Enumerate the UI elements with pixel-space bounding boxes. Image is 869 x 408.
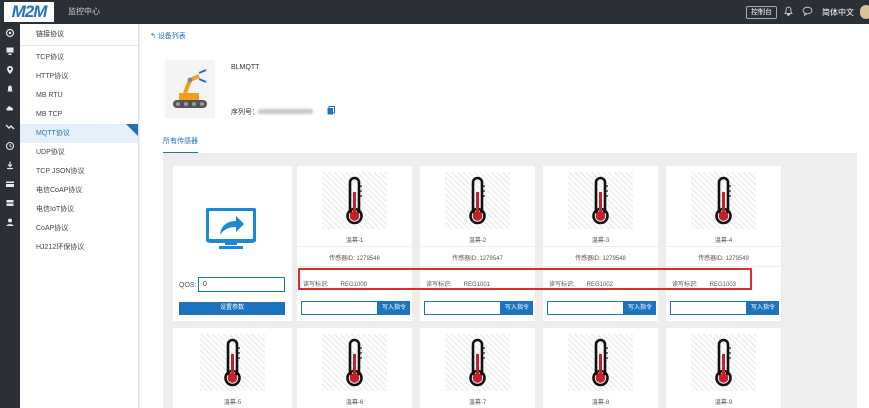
sensor-card[interactable]: 温幕-6 <box>297 328 412 408</box>
bell-icon[interactable] <box>784 6 793 19</box>
sidebar-item-tcp[interactable]: TCP协议 <box>20 48 138 67</box>
protocol-sidebar: 链接协议 TCP协议 HTTP协议 MB RTU MB TCP MQTT协议 U… <box>20 24 139 408</box>
device-image <box>165 60 215 118</box>
link-icon[interactable] <box>5 122 15 132</box>
write-command-button[interactable]: 写入指令 <box>624 301 656 315</box>
sensor-id: 传感器ID: 1279549 <box>698 256 749 262</box>
user-icon[interactable] <box>5 217 15 227</box>
write-command-button[interactable]: 写入指令 <box>501 301 533 315</box>
sensor-name: 温幕-9 <box>714 400 733 406</box>
write-command-input[interactable] <box>547 301 624 315</box>
server-icon[interactable] <box>5 198 15 208</box>
write-command-button[interactable]: 写入指令 <box>378 301 410 315</box>
write-command-input[interactable] <box>670 301 747 315</box>
card-icon[interactable] <box>5 179 15 189</box>
sensor-name: 温幕-1 <box>345 238 364 244</box>
sensor-card[interactable]: 温幕-3 传感器ID: 1279548 读写标识: REG1002 写入指令 <box>543 166 658 321</box>
sidebar-list: TCP协议 HTTP协议 MB RTU MB TCP MQTT协议 UDP协议 … <box>20 46 138 257</box>
back-link-label: 设备列表 <box>157 33 186 40</box>
thermometer-icon <box>568 172 633 229</box>
serial-value-redacted <box>258 109 313 114</box>
thermometer-icon <box>691 172 756 229</box>
divider <box>666 266 781 267</box>
sensor-name: 温幕-7 <box>468 400 487 406</box>
main-panel: ↰ 设备列表 BLMQTT 序列号： 所有传感器 QOS: 0 设置参数 温幕-… <box>140 24 869 408</box>
thermometer-icon <box>322 172 387 229</box>
device-name: BLMQTT <box>231 64 260 71</box>
thermometer-icon <box>322 334 387 391</box>
sensor-card[interactable]: 温幕-9 <box>666 328 781 408</box>
sensor-name: 温幕-4 <box>714 238 733 244</box>
app-title: 监控中心 <box>68 7 100 16</box>
qos-label: QOS: <box>179 282 197 289</box>
back-arrow-icon: ↰ <box>150 33 158 40</box>
sidebar-item-coap[interactable]: CoAP协议 <box>20 219 138 238</box>
thermometer-icon <box>445 172 510 229</box>
annotation-highlight-box <box>298 268 752 290</box>
sensor-name: 温幕-5 <box>223 400 242 406</box>
copy-icon[interactable] <box>327 106 335 117</box>
sensor-card[interactable]: 温幕-4 传感器ID: 1279549 读写标识: REG1003 写入指令 <box>666 166 781 321</box>
divider <box>420 266 535 267</box>
sidebar-heading: 链接协议 <box>20 24 138 46</box>
sidebar-item-telecom-iot[interactable]: 电信IoT协议 <box>20 200 138 219</box>
back-to-device-list[interactable]: ↰ 设备列表 <box>150 31 186 41</box>
top-bar: M2M 监控中心 控制台 简体中文 <box>0 0 869 24</box>
sensor-name: 温幕-2 <box>468 238 487 244</box>
sensor-name: 温幕-6 <box>345 400 364 406</box>
qos-card: QOS: 0 设置参数 <box>173 166 292 321</box>
divider <box>420 246 535 247</box>
sensor-card[interactable]: 温幕-1 传感器ID: 1279546 读写标识: REG1000 写入指令 <box>297 166 412 321</box>
sensor-card[interactable]: 温幕-8 <box>543 328 658 408</box>
write-command-button[interactable]: 写入指令 <box>747 301 779 315</box>
sensor-name: 温幕-3 <box>591 238 610 244</box>
sidebar-item-udp[interactable]: UDP协议 <box>20 143 138 162</box>
sensor-card[interactable]: 温幕-5 <box>173 328 292 408</box>
monitor-icon[interactable] <box>5 46 15 56</box>
qos-input[interactable]: 0 <box>198 277 285 292</box>
sidebar-item-mqtt[interactable]: MQTT协议 <box>20 124 138 143</box>
sidebar-item-mb-tcp[interactable]: MB TCP <box>20 105 138 124</box>
home-icon[interactable] <box>5 28 15 38</box>
sensor-card[interactable]: 温幕-7 <box>420 328 535 408</box>
serial-label: 序列号： <box>231 109 259 116</box>
thermometer-icon <box>445 334 510 391</box>
sensor-id: 传感器ID: 1279546 <box>329 256 380 262</box>
console-button[interactable]: 控制台 <box>746 6 777 19</box>
sidebar-item-mb-rtu[interactable]: MB RTU <box>20 86 138 105</box>
sensor-name: 温幕-8 <box>591 400 610 406</box>
thermometer-icon <box>691 334 756 391</box>
location-icon[interactable] <box>5 65 15 75</box>
alarm-icon[interactable] <box>5 84 15 94</box>
divider <box>543 266 658 267</box>
sensor-id: 传感器ID: 1279548 <box>575 256 626 262</box>
divider <box>297 246 412 247</box>
sidebar-item-hj212[interactable]: HJ212环保协议 <box>20 238 138 257</box>
sidebar-item-tcp-json[interactable]: TCP JSON协议 <box>20 162 138 181</box>
avatar[interactable] <box>860 5 869 19</box>
icon-rail <box>0 24 20 408</box>
thermometer-icon <box>568 334 633 391</box>
chat-icon[interactable] <box>802 6 813 19</box>
sidebar-item-telecom-coap[interactable]: 电信CoAP协议 <box>20 181 138 200</box>
divider <box>297 266 412 267</box>
divider <box>543 246 658 247</box>
write-command-input[interactable] <box>424 301 501 315</box>
tab-all-sensors[interactable]: 所有传感器 <box>163 136 198 154</box>
set-params-button[interactable]: 设置参数 <box>179 302 285 315</box>
m2m-logo[interactable]: M2M <box>4 2 54 22</box>
sidebar-item-http[interactable]: HTTP协议 <box>20 67 138 86</box>
thermometer-icon <box>200 334 265 391</box>
clock-icon[interactable] <box>5 141 15 151</box>
language-selector[interactable]: 简体中文 <box>822 7 854 18</box>
sensor-card[interactable]: 温幕-2 传感器ID: 1279547 读写标识: REG1001 写入指令 <box>420 166 535 321</box>
divider <box>666 246 781 247</box>
sensor-id: 传感器ID: 1279547 <box>452 256 503 262</box>
write-command-input[interactable] <box>301 301 378 315</box>
share-screen-icon <box>205 207 257 250</box>
cloud-icon[interactable] <box>5 103 15 113</box>
download-icon[interactable] <box>5 160 15 170</box>
